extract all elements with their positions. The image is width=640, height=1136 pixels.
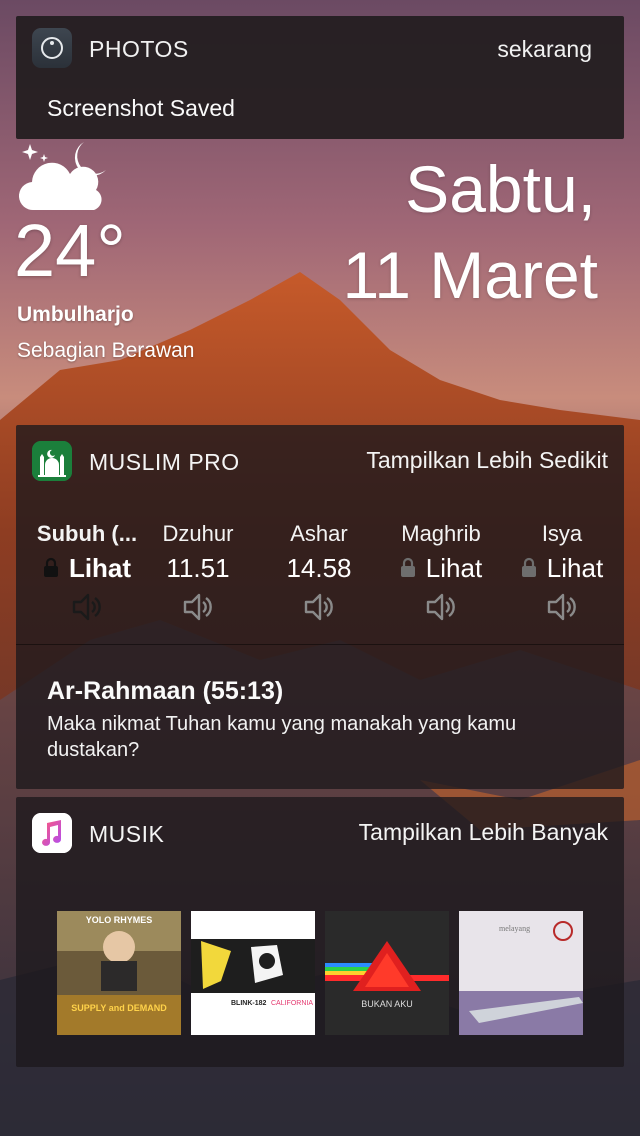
music-widget: MUSIK Tampilkan Lebih Banyak YOLO RHYMES… [16, 797, 624, 1067]
music-title: MUSIK [89, 821, 165, 847]
speaker-icon[interactable] [380, 590, 502, 624]
show-more-button[interactable]: Tampilkan Lebih Banyak [359, 819, 608, 846]
speaker-icon[interactable] [137, 590, 259, 624]
lock-icon [400, 553, 426, 583]
album-yolo-rhymes[interactable]: YOLO RHYMES SUPPLY and DEMAND [57, 911, 181, 1035]
lock-icon [43, 553, 69, 583]
prayer-name: Ashar [290, 521, 348, 546]
photos-app-icon [32, 28, 72, 68]
weather-location: Umbulharjo [17, 303, 134, 326]
partly-cloudy-night-icon [18, 142, 106, 211]
album-blink-182-california[interactable]: BLINK-182 CALIFORNIA [191, 911, 315, 1035]
prayer-time[interactable]: Lihat [501, 550, 623, 586]
prayer-time[interactable]: Lihat [26, 550, 148, 586]
verse-title: Ar-Rahmaan (55:13) [47, 677, 284, 705]
show-less-button[interactable]: Tampilkan Lebih Sedikit [366, 447, 608, 474]
divider [16, 644, 624, 645]
prayer-time: 11.51 [137, 550, 259, 586]
muslim-pro-title: MUSLIM PRO [89, 449, 240, 475]
prayer-2: Dzuhur 11.51 [137, 520, 259, 624]
prayer-time[interactable]: Lihat [380, 550, 502, 586]
prayer-5: Isya Lihat [501, 520, 623, 624]
notification-time: sekarang [497, 36, 592, 62]
music-app-icon[interactable] [32, 813, 72, 853]
album-melayang[interactable]: melayang [459, 911, 583, 1035]
prayer-name: Isya [541, 521, 583, 546]
prayer-time-value: Lihat [68, 553, 132, 583]
date-date: 11 Maret [342, 238, 598, 312]
album-2-subtitle: CALIFORNIA [271, 1000, 313, 1007]
prayer-name: Dzuhur [162, 521, 234, 546]
prayer-time-value: Lihat [425, 553, 483, 583]
prayer-time-value: 11.51 [166, 553, 230, 583]
prayer-4: Maghrib Lihat [380, 520, 502, 624]
album-3-title: BUKAN AKU [361, 999, 413, 1009]
album-4-title: melayang [499, 924, 530, 933]
temperature: 24° [14, 209, 126, 292]
speaker-icon[interactable] [501, 590, 623, 624]
prayer-1: Subuh (... Lihat [26, 520, 148, 624]
prayer-time-value: Lihat [546, 553, 604, 583]
album-1-title: YOLO RHYMES [86, 915, 153, 925]
lock-icon [521, 553, 547, 583]
verse-text: Maka nikmat Tuhan kamu yang manakah yang… [47, 713, 517, 761]
speaker-icon[interactable] [26, 590, 148, 624]
album-2-title: BLINK-182 [231, 1000, 267, 1007]
prayer-time: 14.58 [258, 550, 380, 586]
prayer-3: Ashar 14.58 [258, 520, 380, 624]
speaker-icon[interactable] [258, 590, 380, 624]
prayer-name: Subuh (... [36, 521, 138, 546]
date-day: Sabtu, [405, 152, 596, 226]
album-bukan-aku[interactable]: BUKAN AKU [325, 911, 449, 1035]
notification-app-name: PHOTOS [89, 36, 189, 62]
notification-message: Screenshot Saved [47, 95, 235, 121]
muslim-pro-mosque-icon[interactable] [32, 441, 72, 481]
prayer-name: Maghrib [401, 521, 481, 546]
prayer-time-value: 14.58 [286, 553, 352, 583]
album-1-subtitle: SUPPLY and DEMAND [71, 1003, 167, 1013]
muslim-pro-widget: MUSLIM PRO Tampilkan Lebih Sedikit Subuh… [16, 425, 624, 789]
notification-banner[interactable]: PHOTOS sekarang Screenshot Saved [16, 16, 624, 139]
weather-condition: Sebagian Berawan [17, 339, 195, 362]
